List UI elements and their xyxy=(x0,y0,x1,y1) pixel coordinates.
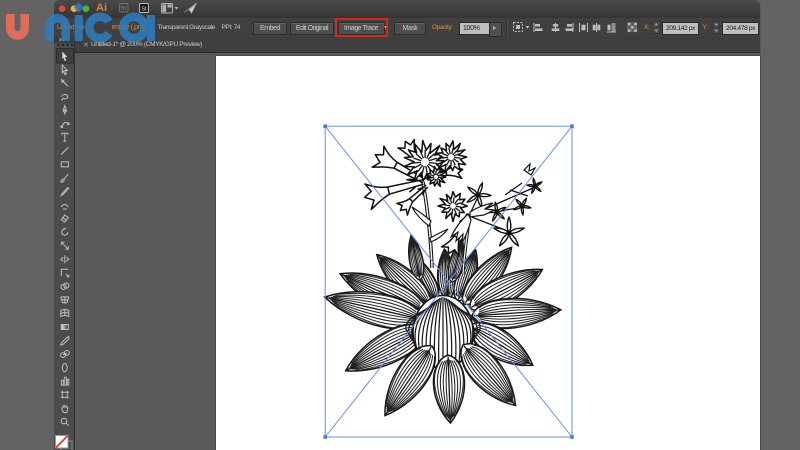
svg-text:St: St xyxy=(141,6,147,12)
svg-text:Br: Br xyxy=(121,6,127,12)
